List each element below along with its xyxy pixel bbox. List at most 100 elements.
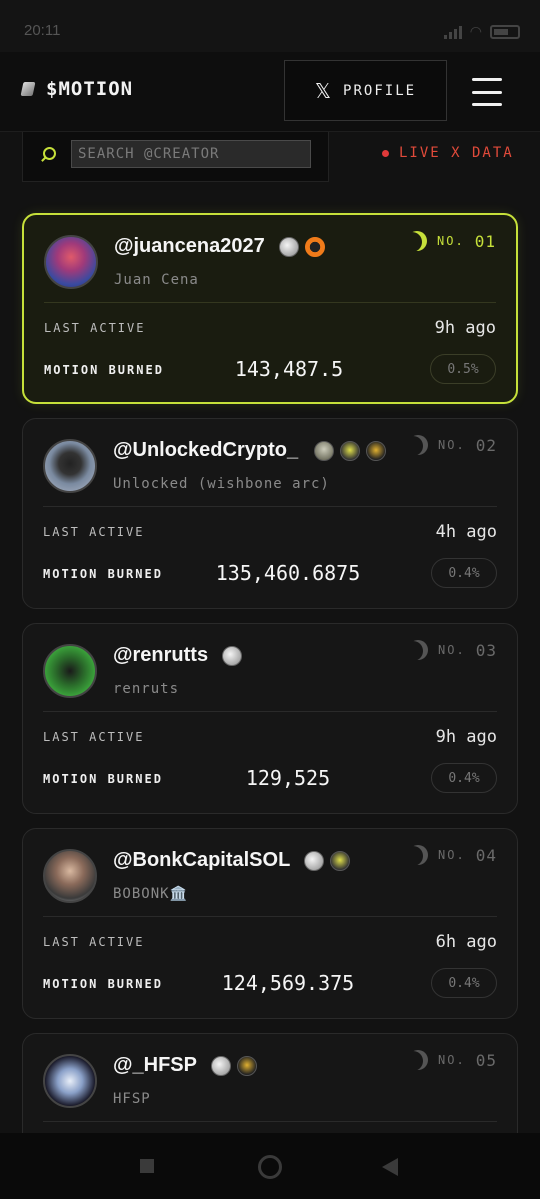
back-icon[interactable] [382,1158,398,1176]
recents-icon[interactable] [140,1159,154,1173]
rank-prefix: NO. [437,234,465,248]
creator-card[interactable]: @renrutts renruts NO. 03 LAST ACTIVE 9h … [22,623,518,814]
x-profile-button[interactable]: 𝕏 PROFILE [284,60,447,121]
moon-icon [407,231,427,251]
avatar [43,644,97,698]
creator-card[interactable]: @UnlockedCrypto_ Unlocked (wishbone arc)… [22,418,518,609]
handle-row: @juancena2027 [114,235,325,258]
moon-icon [408,1050,428,1070]
creator-pfp-badge-icon [314,440,335,461]
rank: NO. 04 [408,845,497,865]
last-active-label: LAST ACTIVE [43,730,145,744]
moon-icon [408,845,428,865]
last-active-label: LAST ACTIVE [43,525,145,539]
motion-burned-label: MOTION BURNED [43,567,163,581]
handle-row: @BonkCapitalSOL [113,849,351,872]
signal-icon [443,25,462,39]
share-badge: 0.4% [431,968,497,998]
rank-prefix: NO. [438,1053,466,1067]
share-badge: 0.4% [431,558,497,588]
moon-icon [408,435,428,455]
search-input[interactable] [71,140,311,168]
last-active-value: 6h ago [435,932,497,952]
profile-label: PROFILE [343,82,417,99]
divider [43,916,497,917]
creator-card[interactable]: @juancena2027 Juan Cena NO. 01 LAST ACTI… [22,213,518,404]
live-dot-icon [382,149,389,157]
divider [44,302,496,303]
brand[interactable]: $MOTION [20,78,134,100]
home-icon[interactable] [258,1155,282,1179]
rank: NO. 05 [408,1050,497,1070]
gold-badge-icon [236,1055,257,1076]
handle-row: @UnlockedCrypto_ [113,439,387,462]
motion-badge-icon [304,850,325,871]
battery-icon [490,25,520,39]
search-icon [43,147,56,160]
creator-name: renruts [113,681,180,697]
creator-name: Juan Cena [114,272,199,288]
creator-handle[interactable]: @UnlockedCrypto_ [113,439,298,462]
divider [43,711,497,712]
status-bar: 20:11 ◠ [0,0,540,52]
brand-logo-icon [20,82,36,96]
rank: NO. 03 [408,640,497,660]
rank-prefix: NO. [438,643,466,657]
last-active-label: LAST ACTIVE [43,935,145,949]
status-time: 20:11 [24,22,61,39]
motion-burned-value: 129,525 [245,766,331,790]
motion-badge-icon [210,1055,231,1076]
rank: NO. 01 [407,231,496,251]
live-label: LIVE X DATA [399,145,514,161]
avatar [43,1054,97,1108]
avatar [44,235,98,289]
rank-prefix: NO. [438,438,466,452]
x-logo-icon: 𝕏 [314,78,332,103]
divider [43,506,497,507]
hamburger-icon [472,78,502,81]
creator-handle[interactable]: @BonkCapitalSOL [113,849,290,872]
motion-burned-label: MOTION BURNED [44,363,164,377]
share-badge: 0.5% [430,354,496,384]
rank: NO. 02 [408,435,497,455]
creator-card[interactable]: @_HFSP HFSP NO. 05 [22,1033,518,1133]
handle-row: @_HFSP [113,1054,257,1077]
rank-number: 05 [475,1050,497,1070]
wifi-icon: ◠ [469,24,482,40]
motion-burned-value: 135,460.6875 [215,561,361,585]
brand-name: $MOTION [46,78,134,100]
motion-burned-label: MOTION BURNED [43,977,163,991]
system-nav-bar [0,1133,540,1199]
app-header: $MOTION 𝕏 PROFILE [0,52,540,132]
gold-badge-icon [366,440,387,461]
last-active-value: 9h ago [434,318,496,338]
creator-handle[interactable]: @juancena2027 [114,235,265,258]
dog-badge-icon [330,850,351,871]
tv-badge-icon [304,236,325,257]
motion-burned-value: 124,569.375 [221,971,355,995]
rank-number: 04 [475,845,497,865]
last-active-value: 9h ago [435,727,497,747]
rank-number: 02 [475,435,497,455]
live-data-indicator: LIVE X DATA [382,145,514,161]
motion-burned-label: MOTION BURNED [43,772,163,786]
hamburger-menu-button[interactable] [472,78,502,106]
last-active-label: LAST ACTIVE [44,321,146,335]
moon-icon [408,640,428,660]
avatar [43,439,97,493]
creator-handle[interactable]: @_HFSP [113,1054,197,1077]
last-active-value: 4h ago [435,522,497,542]
rank-number: 01 [474,231,496,251]
dog-badge-icon [340,440,361,461]
handle-row: @renrutts [113,644,243,667]
system-icons: ◠ [443,24,520,40]
creator-handle[interactable]: @renrutts [113,644,208,667]
creator-name: BOBONK🏛️ [113,886,189,902]
creator-name: Unlocked (wishbone arc) [113,476,330,492]
motion-burned-value: 143,487.5 [234,357,344,381]
creator-name: HFSP [113,1091,151,1107]
creator-card[interactable]: @BonkCapitalSOL BOBONK🏛️ NO. 04 LAST ACT… [22,828,518,1019]
search-box [22,132,329,182]
share-badge: 0.4% [431,763,497,793]
motion-badge-icon [278,236,299,257]
